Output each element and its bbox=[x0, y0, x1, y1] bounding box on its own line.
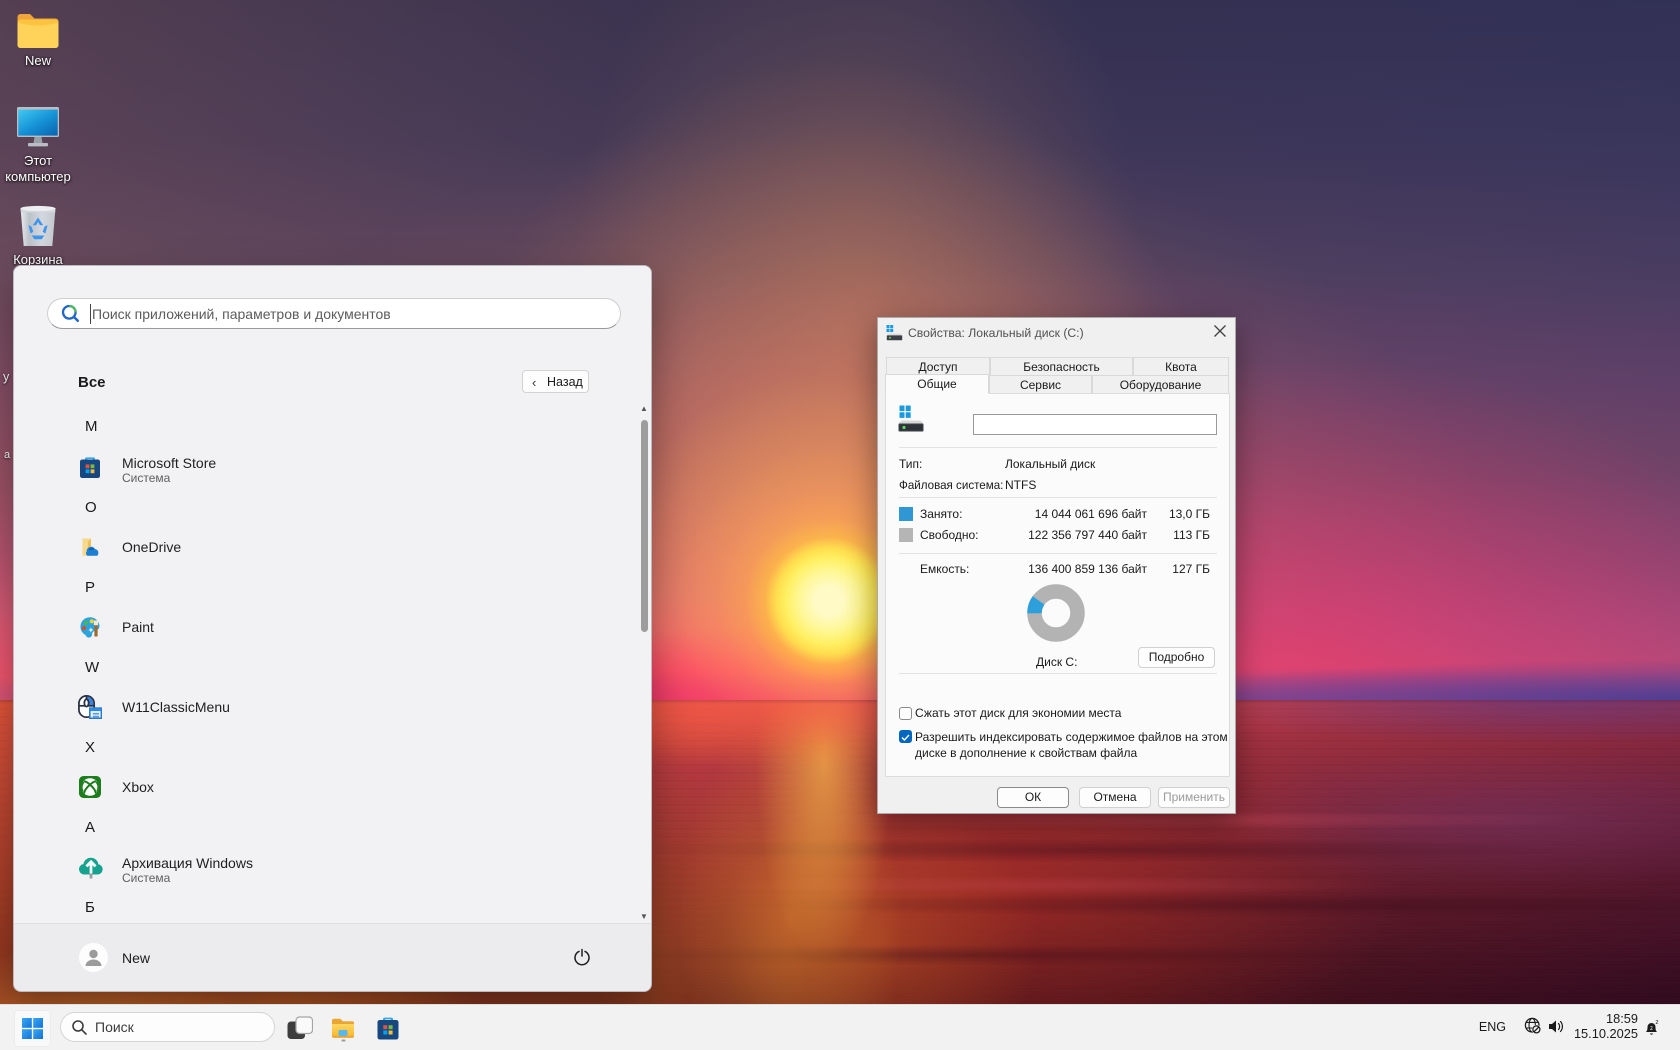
svg-text:z: z bbox=[1650, 1026, 1653, 1032]
svg-text:z: z bbox=[1655, 1019, 1658, 1026]
